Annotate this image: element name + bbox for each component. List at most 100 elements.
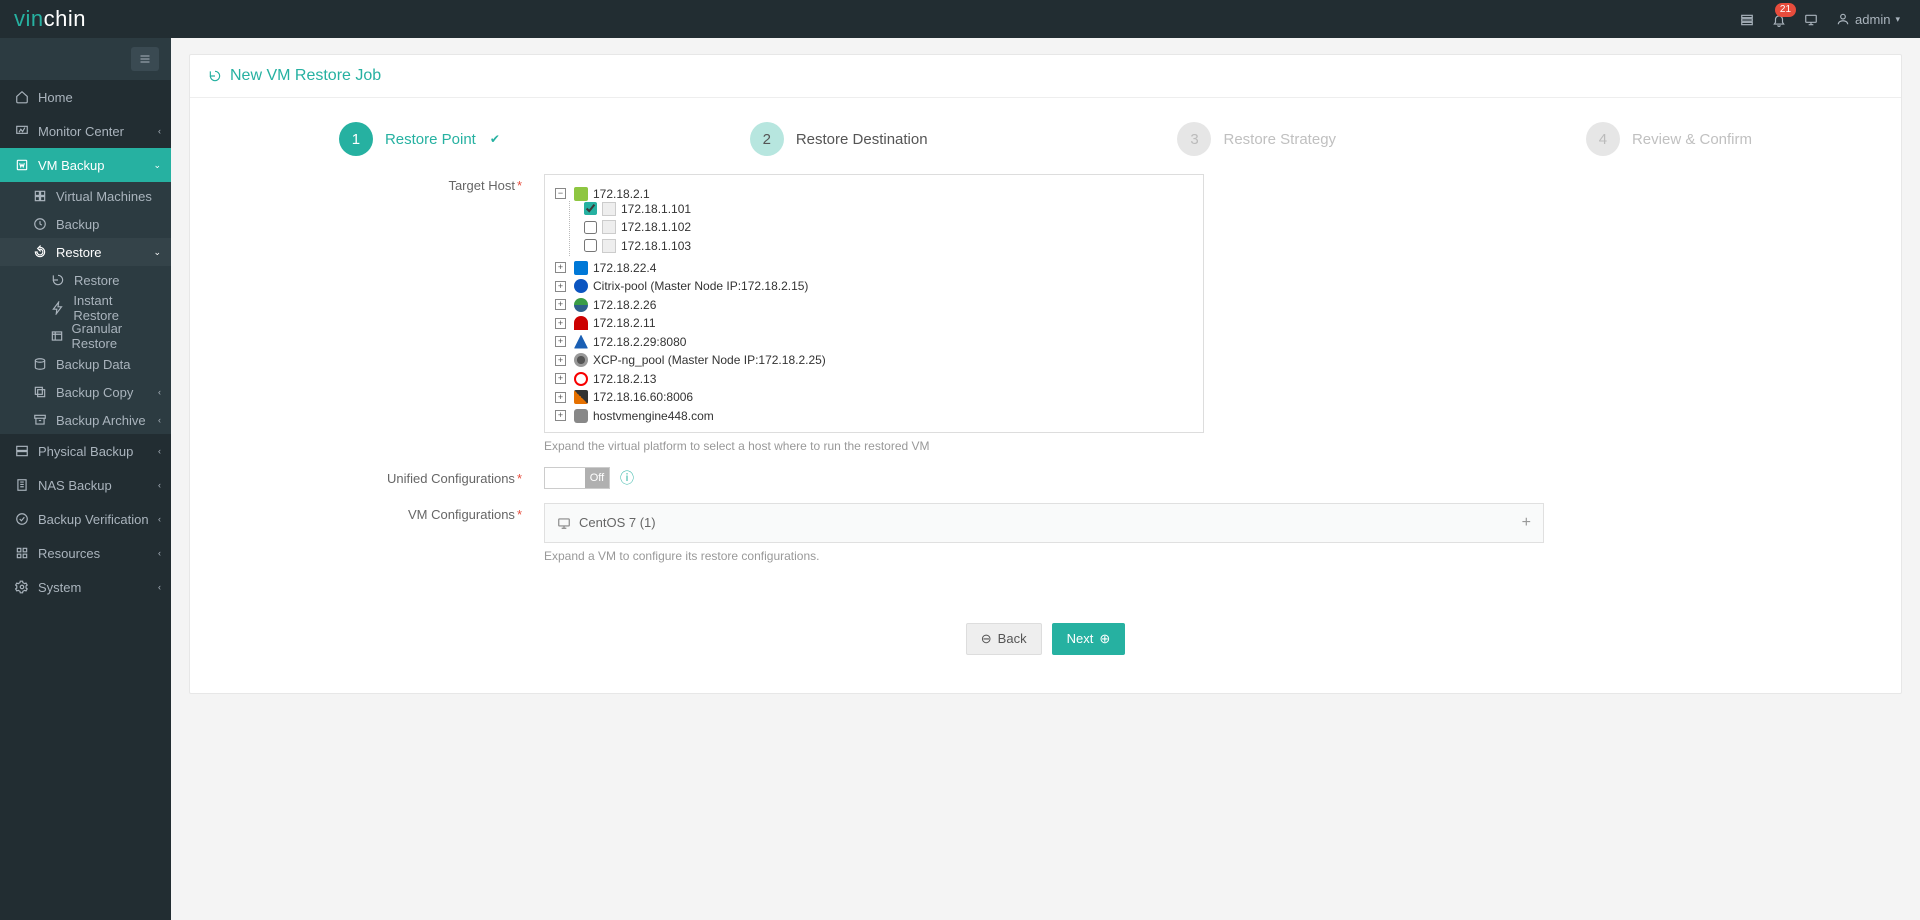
nav-restore-restore[interactable]: Restore [0,266,171,294]
tree-node-6[interactable]: +172.18.2.29:8080 [555,335,686,349]
nav-instant-restore[interactable]: Instant Restore [0,294,171,322]
archive-icon [30,413,50,427]
nav-nas-backup[interactable]: NAS Backup ‹ [0,468,171,502]
expand-icon[interactable]: + [555,299,566,310]
step-2-number: 2 [750,122,784,156]
host-tree[interactable]: − 172.18.2.1 172.18.1.101 [544,174,1204,433]
restore-icon [30,245,50,259]
back-button[interactable]: ⊖ Back [966,623,1042,655]
vmware-icon [574,187,588,201]
host-checkbox[interactable] [584,239,597,252]
wizard-panel: New VM Restore Job 1 Restore Point ✔ 2 R… [189,54,1902,694]
tree-node-2[interactable]: +172.18.22.4 [555,261,656,275]
tree-host-1[interactable]: 172.18.1.101 [584,202,691,216]
chevron-left-icon: ‹ [158,480,161,490]
step-1[interactable]: 1 Restore Point ✔ [339,122,500,156]
nav-virtual-machines-label: Virtual Machines [56,189,152,204]
nav-granular-restore[interactable]: Granular Restore [0,322,171,350]
restore-header-icon [208,69,222,83]
host-checkbox[interactable] [584,202,597,215]
chevron-left-icon: ‹ [158,548,161,558]
notifications-icon[interactable]: 21 [1772,11,1786,27]
tree-host-label: 172.18.1.102 [621,220,691,234]
navbar-right: 21 admin ▾ [1740,11,1900,27]
info-icon[interactable]: ⓘ [620,468,634,488]
nav-backup-verification-label: Backup Verification [38,512,149,527]
huawei-icon [574,335,588,349]
platform-icon [574,298,588,312]
top-navbar: vinchin 21 admin ▾ [0,0,1920,38]
nav-restore[interactable]: Restore ⌄ [0,238,171,266]
label-vm-config: VM Configurations* [214,503,544,563]
row-unified-config: Unified Configurations* Off ⓘ [214,467,1877,489]
chevron-down-icon: ⌄ [153,160,161,171]
vm-row-icon [557,516,571,530]
user-menu[interactable]: admin ▾ [1836,12,1900,27]
backup-icon [30,217,50,231]
tree-host-label: 172.18.1.101 [621,202,691,216]
host-checkbox[interactable] [584,221,597,234]
next-button[interactable]: Next ⊕ [1052,623,1126,655]
nav-backup-copy[interactable]: Backup Copy ‹ [0,378,171,406]
unified-config-toggle[interactable]: Off [544,467,610,489]
tree-host-2[interactable]: 172.18.1.102 [584,220,691,234]
tree-node-3[interactable]: +Citrix-pool (Master Node IP:172.18.2.15… [555,279,808,293]
tree-node-7[interactable]: +XCP-ng_pool (Master Node IP:172.18.2.25… [555,353,826,367]
next-label: Next [1067,631,1094,646]
tree-node-5[interactable]: +172.18.2.11 [555,316,656,330]
chevron-left-icon: ‹ [158,415,161,425]
step-4-label: Review & Confirm [1632,131,1752,148]
nav-virtual-machines[interactable]: Virtual Machines [0,182,171,210]
nav-home[interactable]: Home [0,80,171,114]
tree-node-8[interactable]: +172.18.2.13 [555,372,656,386]
nav-vm-backup[interactable]: VM Backup ⌄ [0,148,171,182]
hyperv-icon [574,261,588,275]
nav-resources[interactable]: Resources ‹ [0,536,171,570]
nav-restore-restore-label: Restore [74,273,120,288]
nav-backup-verification[interactable]: Backup Verification ‹ [0,502,171,536]
back-label: Back [998,631,1027,646]
sidebar-collapse-row [0,38,171,80]
expand-icon[interactable]: + [555,410,566,421]
row-target-host: Target Host* − 172.18.2.1 [214,174,1877,453]
expand-icon[interactable]: + [555,281,566,292]
tree-node-4[interactable]: +172.18.2.26 [555,298,656,312]
nav-backup-archive[interactable]: Backup Archive ‹ [0,406,171,434]
field-target-host: − 172.18.2.1 172.18.1.101 [544,174,1544,453]
display-icon[interactable] [1804,11,1818,27]
nav-system[interactable]: System ‹ [0,570,171,604]
tree-node-9[interactable]: +172.18.16.60:8006 [555,390,693,404]
host-icon [602,239,616,253]
expand-icon[interactable]: + [555,318,566,329]
tree-node-root-1[interactable]: − 172.18.2.1 [555,187,650,201]
nav-backup-data-label: Backup Data [56,357,130,372]
nav-monitor-center[interactable]: Monitor Center ‹ [0,114,171,148]
tree-node-label: 172.18.22.4 [593,261,656,275]
sidebar-collapse-button[interactable] [131,47,159,71]
nav-backup-label: Backup [56,217,99,232]
nav-physical-backup-label: Physical Backup [38,444,133,459]
nav-physical-backup[interactable]: Physical Backup ‹ [0,434,171,468]
tree-host-3[interactable]: 172.18.1.103 [584,239,691,253]
step-3-label: Restore Strategy [1223,131,1336,148]
tree-node-10[interactable]: +hostvmengine448.com [555,409,714,423]
server-icon [12,444,32,458]
expand-icon[interactable]: + [555,355,566,366]
step-2[interactable]: 2 Restore Destination [750,122,928,156]
home-icon [12,90,32,104]
chevron-left-icon: ‹ [158,446,161,456]
nav-backup-data[interactable]: Backup Data [0,350,171,378]
vm-config-row[interactable]: CentOS 7 (1) + [544,503,1544,543]
expand-plus-icon[interactable]: + [1522,514,1531,532]
collapse-icon[interactable]: − [555,188,566,199]
panel-body: 1 Restore Point ✔ 2 Restore Destination … [190,98,1901,693]
step-2-label: Restore Destination [796,131,928,148]
tasks-icon[interactable] [1740,11,1754,27]
expand-icon[interactable]: + [555,373,566,384]
nav-backup[interactable]: Backup [0,210,171,238]
expand-icon[interactable]: + [555,392,566,403]
expand-icon[interactable]: + [555,336,566,347]
required-mark: * [517,507,522,522]
expand-icon[interactable]: + [555,262,566,273]
wizard-steps: 1 Restore Point ✔ 2 Restore Destination … [214,122,1877,156]
